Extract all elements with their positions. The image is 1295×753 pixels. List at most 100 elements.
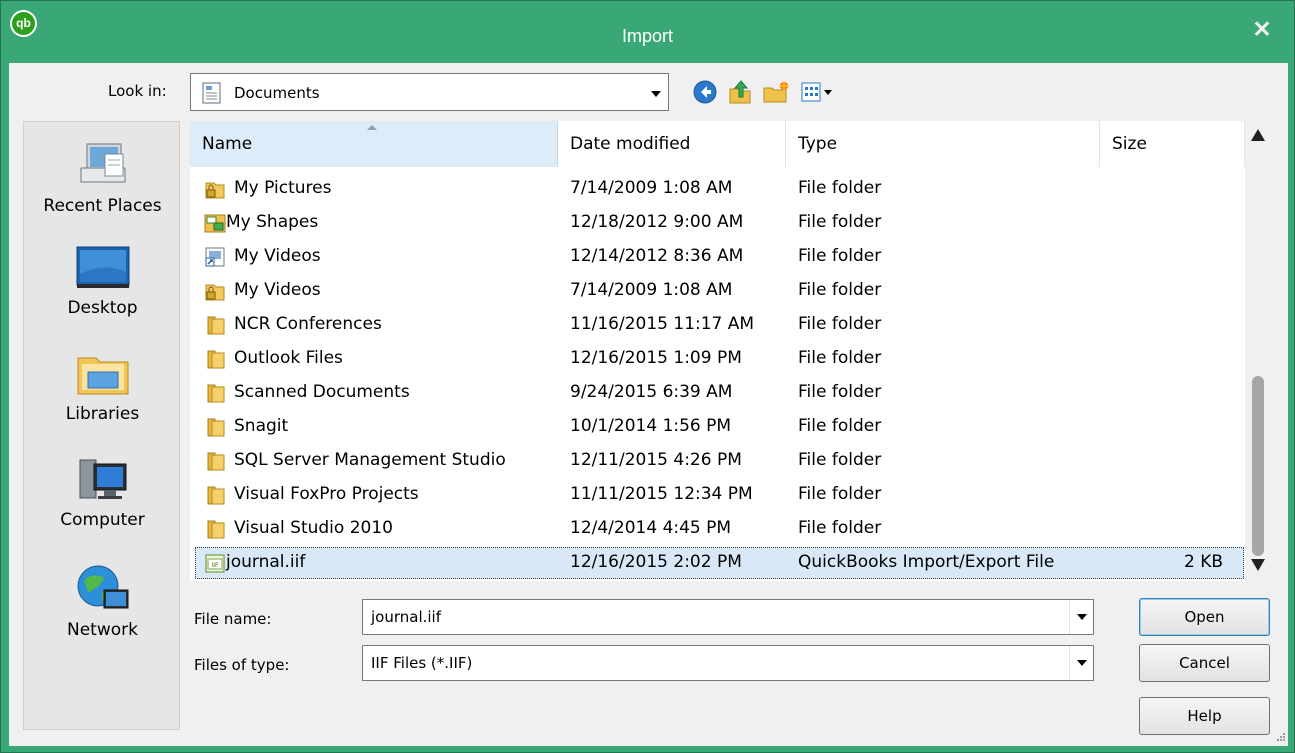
folder-icon bbox=[207, 350, 225, 369]
file-list[interactable]: Name Date modified Type Size My Pictures… bbox=[190, 121, 1245, 581]
look-in-label-text: Look in: bbox=[108, 82, 167, 100]
file-type: File folder bbox=[798, 484, 882, 504]
file-name: My Videos bbox=[234, 280, 321, 300]
back-arrow-icon bbox=[693, 80, 717, 104]
folder-icon bbox=[207, 452, 225, 471]
place-libraries[interactable]: Libraries bbox=[24, 350, 181, 424]
folder-icon bbox=[207, 418, 225, 437]
computer-icon bbox=[79, 459, 126, 499]
look-in-combo[interactable]: Documents bbox=[190, 73, 669, 111]
shortcut-icon bbox=[205, 247, 225, 267]
file-date: 12/16/2015 1:09 PM bbox=[570, 348, 742, 368]
folder-icon bbox=[207, 486, 225, 505]
file-type-label-text: Files of type: bbox=[194, 656, 290, 674]
libraries-icon bbox=[77, 357, 128, 395]
file-type: File folder bbox=[798, 382, 882, 402]
file-type-dropdown[interactable] bbox=[1069, 646, 1093, 680]
file-type: File folder bbox=[798, 416, 882, 436]
desktop-icon bbox=[76, 246, 129, 288]
file-date: 7/14/2009 1:08 AM bbox=[570, 178, 733, 198]
cancel-button[interactable]: Cancel bbox=[1139, 644, 1270, 682]
place-network[interactable]: Network bbox=[24, 562, 181, 640]
file-date: 12/18/2012 9:00 AM bbox=[570, 212, 744, 232]
file-date: 12/16/2015 2:02 PM bbox=[570, 552, 742, 572]
network-icon bbox=[77, 565, 128, 609]
place-recent-places[interactable]: Recent Places bbox=[24, 138, 181, 216]
new-folder-button[interactable] bbox=[760, 77, 792, 107]
view-menu-icon bbox=[801, 82, 832, 102]
chevron-down-icon bbox=[1077, 614, 1087, 620]
places-bar: Recent Places Desktop Libraries Computer… bbox=[23, 121, 180, 730]
file-name: Visual Studio 2010 bbox=[234, 518, 393, 538]
window-title: Import bbox=[621, 26, 673, 46]
column-header-label: Date modified bbox=[570, 134, 691, 154]
scroll-down-icon[interactable] bbox=[1251, 559, 1265, 571]
file-row[interactable]: Visual FoxPro Projects 11/11/2015 12:34 … bbox=[190, 478, 1245, 512]
file-type-value: IIF Files (*.IIF) bbox=[371, 654, 473, 672]
place-label: Libraries bbox=[65, 404, 140, 424]
chevron-down-icon[interactable] bbox=[651, 91, 661, 97]
file-type: QuickBooks Import/Export File bbox=[798, 552, 1055, 572]
file-type: File folder bbox=[798, 280, 882, 300]
place-desktop[interactable]: Desktop bbox=[24, 244, 181, 318]
place-label: Recent Places bbox=[43, 196, 162, 216]
up-folder-button[interactable] bbox=[724, 77, 756, 107]
file-row[interactable]: My Pictures 7/14/2009 1:08 AM File folde… bbox=[190, 172, 1245, 206]
sort-ascending-icon bbox=[367, 125, 377, 130]
file-name: Snagit bbox=[234, 416, 289, 436]
column-header-type[interactable]: Type bbox=[786, 121, 1100, 167]
file-date: 7/14/2009 1:08 AM bbox=[570, 280, 733, 300]
file-row[interactable]: My Shapes 12/18/2012 9:00 AM File folder bbox=[190, 206, 1245, 240]
help-button[interactable]: Help bbox=[1139, 697, 1270, 735]
file-name: My Shapes bbox=[226, 212, 319, 232]
vertical-scrollbar[interactable] bbox=[1245, 121, 1271, 581]
file-row-selected[interactable]: IIF journal.iif 12/16/2015 2:02 PM Quick… bbox=[190, 546, 1245, 580]
file-type-select[interactable]: IIF Files (*.IIF) bbox=[362, 645, 1094, 681]
file-row[interactable]: Outlook Files 12/16/2015 1:09 PM File fo… bbox=[190, 342, 1245, 376]
scroll-up-icon[interactable] bbox=[1251, 129, 1265, 141]
back-button[interactable] bbox=[689, 77, 721, 107]
place-computer[interactable]: Computer bbox=[24, 456, 181, 530]
file-name: Outlook Files bbox=[234, 348, 343, 368]
resize-grip-icon[interactable] bbox=[1272, 730, 1286, 744]
open-button[interactable]: Open bbox=[1139, 598, 1270, 636]
file-row[interactable]: Scanned Documents 9/24/2015 6:39 AM File… bbox=[190, 376, 1245, 410]
file-type: File folder bbox=[798, 178, 882, 198]
folder-icon bbox=[207, 520, 225, 539]
file-row[interactable]: NCR Conferences 11/16/2015 11:17 AM File… bbox=[190, 308, 1245, 342]
file-name-combo[interactable]: journal.iif bbox=[362, 599, 1094, 635]
file-date: 12/11/2015 4:26 PM bbox=[570, 450, 742, 470]
file-row[interactable]: SQL Server Management Studio 12/11/2015 … bbox=[190, 444, 1245, 478]
document-icon bbox=[202, 82, 221, 104]
chevron-down-icon bbox=[1077, 660, 1087, 666]
dialog-body: Look in: Documents Recent Places Desktop… bbox=[9, 63, 1288, 746]
file-name-label-text: File name: bbox=[194, 610, 272, 628]
file-name-label: File name: bbox=[194, 610, 271, 628]
file-row[interactable]: My Videos 12/14/2012 8:36 AM File folder bbox=[190, 240, 1245, 274]
svg-text:IIF: IIF bbox=[212, 562, 220, 569]
file-name: My Videos bbox=[234, 246, 321, 266]
title-bar[interactable]: qb Import ✕ bbox=[1, 1, 1294, 63]
scroll-thumb[interactable] bbox=[1252, 376, 1264, 556]
view-menu-button[interactable] bbox=[798, 77, 838, 107]
file-type: File folder bbox=[798, 450, 882, 470]
file-row[interactable]: Snagit 10/1/2014 1:56 PM File folder bbox=[190, 410, 1245, 444]
file-name-dropdown[interactable] bbox=[1069, 600, 1093, 634]
column-header-size[interactable]: Size bbox=[1100, 121, 1245, 167]
place-label: Network bbox=[67, 620, 138, 640]
close-icon[interactable]: ✕ bbox=[1250, 17, 1274, 41]
file-size: 2 KB bbox=[1184, 552, 1224, 572]
file-row[interactable]: My Videos 7/14/2009 1:08 AM File folder bbox=[190, 274, 1245, 308]
column-header-date[interactable]: Date modified bbox=[558, 121, 786, 167]
iif-file-icon: IIF bbox=[205, 554, 225, 573]
file-date: 9/24/2015 6:39 AM bbox=[570, 382, 733, 402]
import-dialog: qb Import ✕ Look in: Documents Recent Pl… bbox=[0, 0, 1295, 753]
open-button-label: Open bbox=[1184, 608, 1225, 626]
column-header-label: Type bbox=[798, 134, 838, 154]
file-name: Scanned Documents bbox=[234, 382, 410, 402]
column-header-name[interactable]: Name bbox=[190, 121, 558, 167]
locked-folder-icon bbox=[205, 284, 225, 301]
file-row[interactable]: Visual Studio 2010 12/4/2014 4:45 PM Fil… bbox=[190, 512, 1245, 546]
file-date: 11/16/2015 11:17 AM bbox=[570, 314, 755, 334]
recent-places-icon bbox=[80, 143, 125, 183]
